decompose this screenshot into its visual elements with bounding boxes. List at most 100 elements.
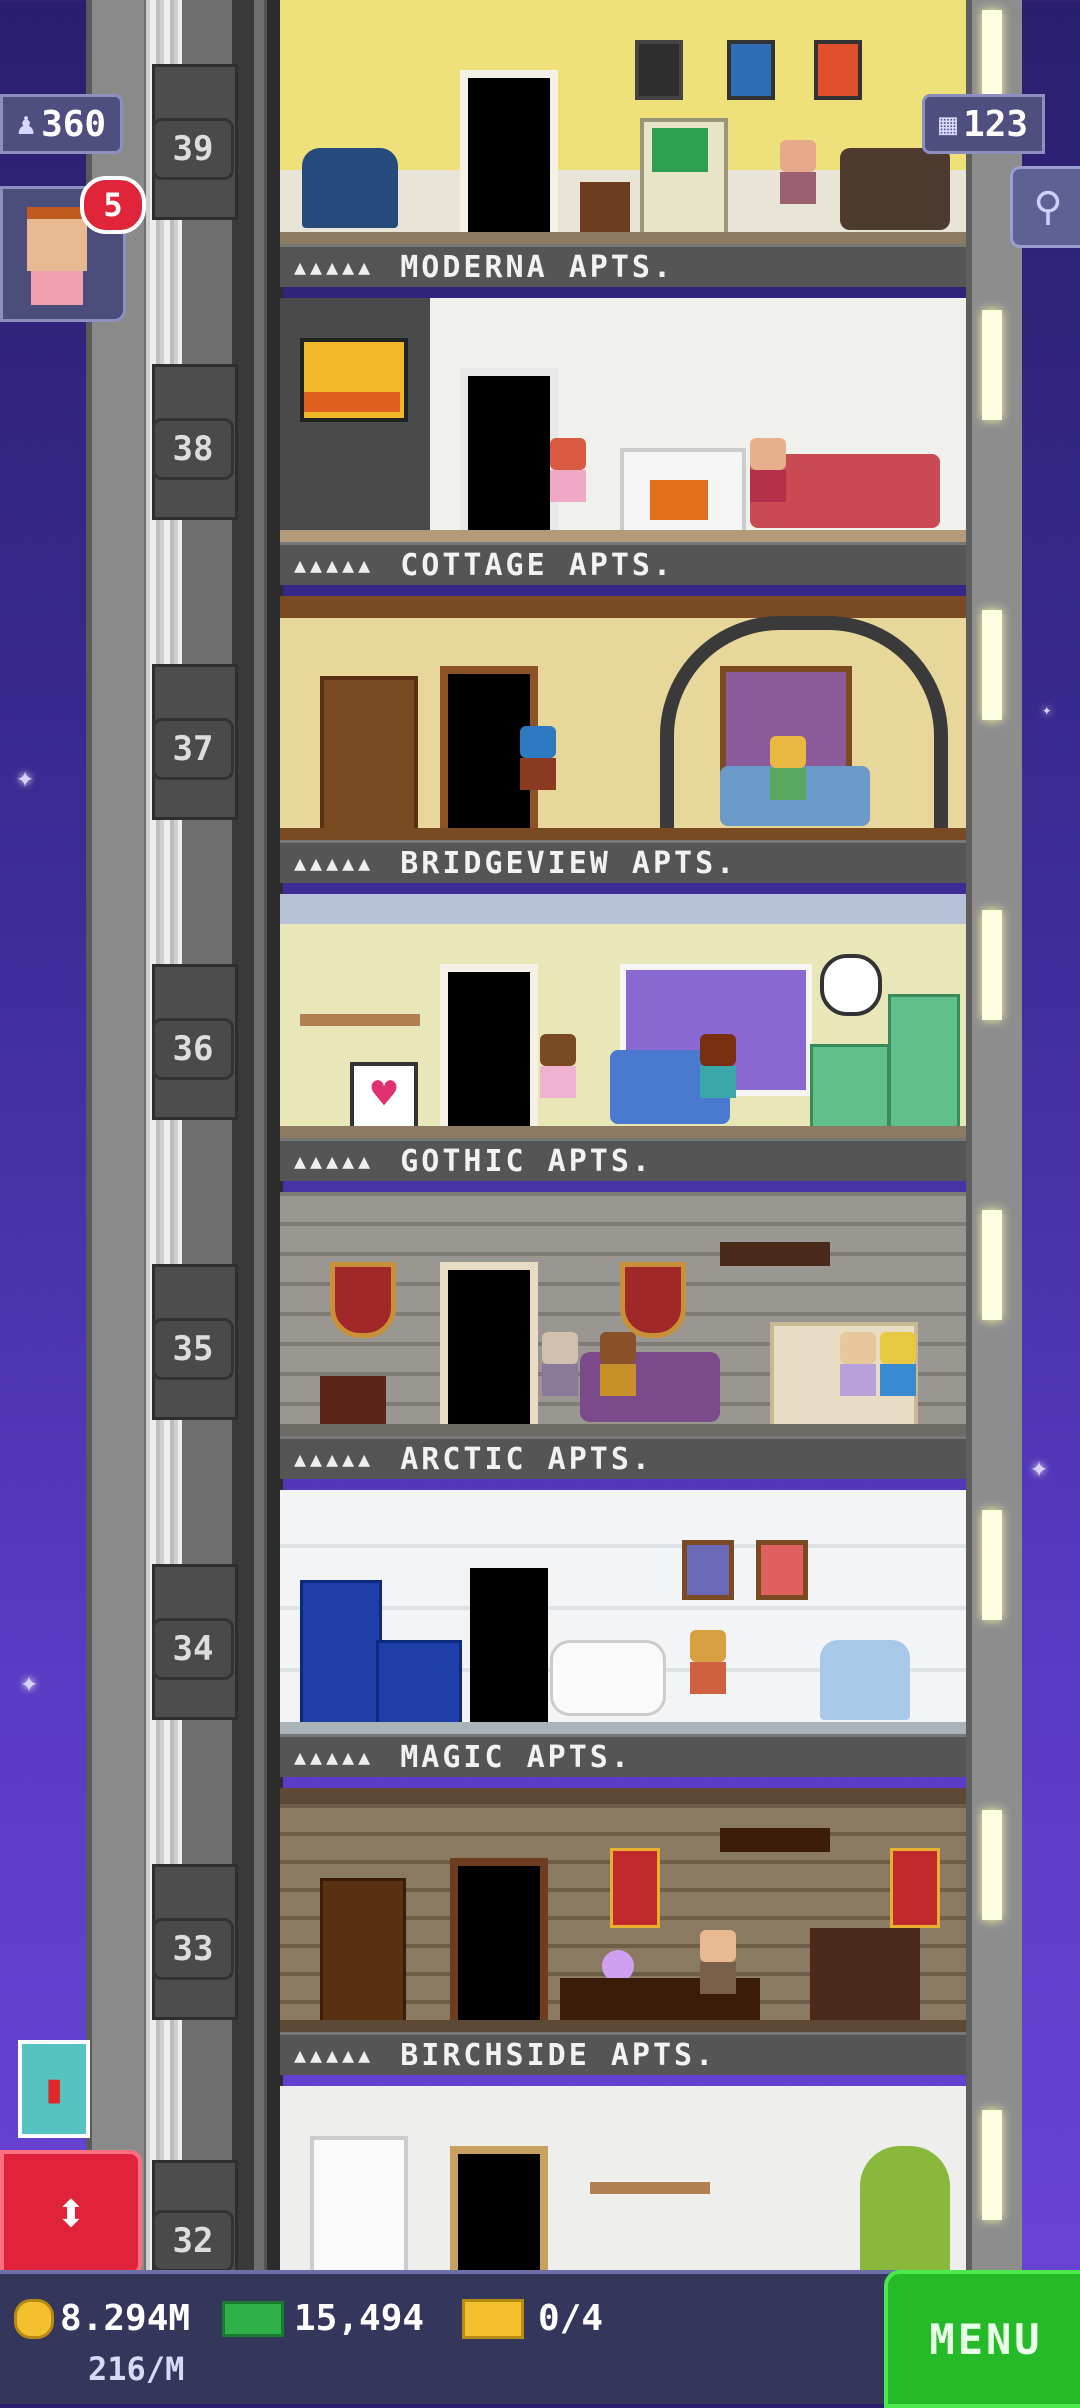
floor-label: ▲▲▲▲▲ ARCTIC APTS.: [280, 1436, 966, 1479]
floor-34[interactable]: ▲▲▲▲▲ MAGIC APTS.: [280, 1490, 966, 1788]
sky-star: ✦: [1042, 700, 1052, 719]
menu-button[interactable]: MENU: [884, 2270, 1080, 2408]
visitor-avatar: [27, 207, 87, 271]
floor-name: BRIDGEVIEW APTS.: [400, 845, 738, 881]
floor-number: 34: [152, 1618, 234, 1680]
elevator-button[interactable]: ⬍: [0, 2150, 142, 2276]
picture-frame-icon: [814, 40, 862, 100]
building-icon: ▦: [939, 106, 958, 142]
banner: [890, 1848, 940, 1928]
resident[interactable]: [600, 1332, 636, 1396]
star-rating: ▲▲▲▲▲: [294, 255, 375, 279]
shield: [330, 1262, 396, 1338]
apartment-door[interactable]: [460, 368, 558, 536]
coins-rate-value: 216/M: [88, 2350, 185, 2388]
apartment-door[interactable]: [440, 964, 538, 1132]
apartment-door[interactable]: [450, 2146, 548, 2270]
up-down-arrows-icon: ⬍: [54, 2180, 88, 2246]
visitor-avatar-body: [31, 271, 83, 305]
search-button[interactable]: ⚲: [1010, 166, 1080, 248]
painting-accent: [304, 392, 400, 412]
floor-number: 33: [152, 1918, 234, 1980]
window-light: [982, 310, 1002, 420]
resident[interactable]: [690, 1630, 726, 1694]
coins-display[interactable]: 8.294M: [14, 2298, 190, 2339]
resident[interactable]: [780, 140, 816, 204]
window-light: [982, 2110, 1002, 2220]
fire: [650, 480, 708, 520]
fries-icon[interactable]: ▮: [18, 2040, 90, 2138]
coins-value: 8.294M: [60, 2298, 191, 2339]
person-icon: ♟: [17, 106, 36, 142]
tickets-display[interactable]: 0/4: [462, 2298, 603, 2339]
floor-number: 32: [152, 2210, 234, 2272]
picture-frame-icon: [727, 40, 775, 100]
resident[interactable]: [700, 1034, 736, 1098]
polar-bear: [550, 1640, 666, 1716]
apartment-door[interactable]: [450, 1858, 548, 2026]
side-table: [580, 182, 630, 232]
floor-counter[interactable]: ▦ 123: [922, 94, 1046, 154]
star-rating: ▲▲▲▲▲: [294, 1447, 375, 1471]
resident[interactable]: [520, 726, 556, 790]
resident[interactable]: [540, 1034, 576, 1098]
floor-number: 36: [152, 1018, 234, 1080]
floor-38[interactable]: ▲▲▲▲▲ COTTAGE APTS.: [280, 298, 966, 596]
bux-icon: [222, 2300, 284, 2337]
fries-glyph: ▮: [41, 2066, 67, 2112]
resident[interactable]: [880, 1332, 916, 1396]
resident[interactable]: [770, 736, 806, 800]
tickets-value: 0/4: [538, 2298, 604, 2339]
apartment-door[interactable]: [470, 1568, 548, 1728]
chandelier: [720, 1242, 830, 1266]
floor-name: ARCTIC APTS.: [400, 1441, 653, 1477]
armchair: [302, 148, 398, 228]
ceiling: [280, 894, 966, 924]
floor-name: MODERNA APTS.: [400, 249, 675, 285]
window-light: [982, 610, 1002, 720]
heart-cabinet: ♥: [350, 1062, 418, 1130]
fireplace: [810, 1928, 920, 2020]
floor-39[interactable]: ▲▲▲▲▲ MODERNA APTS.: [280, 0, 966, 298]
floor-32[interactable]: [280, 2086, 966, 2270]
side-table: [320, 1376, 386, 1424]
apartment-door[interactable]: [460, 70, 558, 238]
bookshelf: [310, 2136, 408, 2270]
resident[interactable]: [550, 438, 586, 502]
floor-label: ▲▲▲▲▲ GOTHIC APTS.: [280, 1138, 966, 1181]
floor-number: 37: [152, 718, 234, 780]
window-light: [982, 910, 1002, 1020]
resident[interactable]: [700, 1930, 736, 1994]
picture-frame-icon: [756, 1540, 808, 1600]
floor-35[interactable]: ▲▲▲▲▲ ARCTIC APTS.: [280, 1192, 966, 1490]
clock-icon: [820, 954, 882, 1016]
resident[interactable]: [542, 1332, 578, 1396]
floor-number: 38: [152, 418, 234, 480]
floor-name: BIRCHSIDE APTS.: [400, 2037, 717, 2073]
shield: [620, 1262, 686, 1338]
window-light: [982, 1210, 1002, 1320]
chandelier: [720, 1828, 830, 1852]
resident[interactable]: [840, 1332, 876, 1396]
floor-name: GOTHIC APTS.: [400, 1143, 653, 1179]
floor-36[interactable]: ♥ ▲▲▲▲▲ GOTHIC APTS.: [280, 894, 966, 1192]
coins-rate: 216/M: [88, 2350, 184, 2388]
star-rating: ▲▲▲▲▲: [294, 1745, 375, 1769]
bux-display[interactable]: 15,494: [222, 2298, 424, 2339]
population-counter[interactable]: ♟ 360: [0, 94, 124, 154]
floor-label: ▲▲▲▲▲ BIRCHSIDE APTS.: [280, 2032, 966, 2075]
floor-name: MAGIC APTS.: [400, 1739, 632, 1775]
floor-33[interactable]: ▲▲▲▲▲ BIRCHSIDE APTS.: [280, 1788, 966, 2086]
floor-label: ▲▲▲▲▲ MODERNA APTS.: [280, 244, 966, 287]
population-value: 360: [41, 103, 107, 145]
coin-icon: [14, 2298, 54, 2339]
floor-37[interactable]: ▲▲▲▲▲ BRIDGEVIEW APTS.: [280, 596, 966, 894]
apartment-door[interactable]: [440, 1262, 538, 1430]
ceiling-beam: [280, 596, 966, 618]
sky-star: ✦: [20, 1665, 39, 1700]
ticket-icon: [462, 2298, 524, 2339]
resident[interactable]: [750, 438, 786, 502]
fridge: [300, 1580, 382, 1726]
fridge: [888, 994, 960, 1130]
ceiling-beam: [280, 1788, 966, 1804]
